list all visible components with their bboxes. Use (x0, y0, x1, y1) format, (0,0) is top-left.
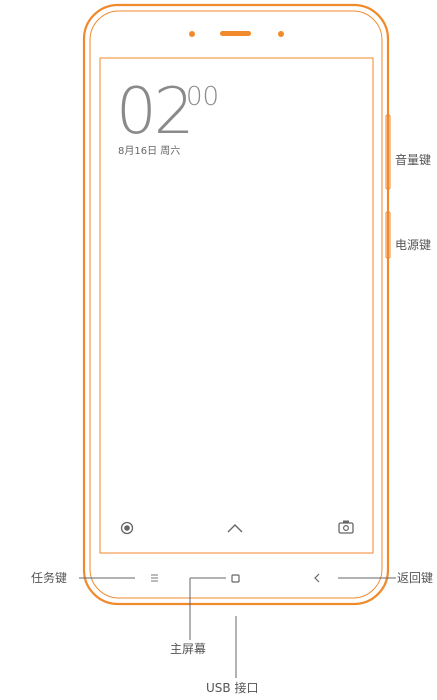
back-chevron-icon (314, 573, 320, 583)
home-square-icon (231, 574, 240, 583)
clock-minute: 00 (186, 82, 220, 112)
task-key-label: 任务键 (31, 571, 68, 585)
back-key-label: 返回键 (397, 571, 434, 585)
clock-date: 8月16日 周六 (118, 146, 181, 157)
front-camera-dot (278, 31, 284, 37)
usb-port-label: USB 接口 (206, 681, 259, 695)
volume-key-label: 音量键 (395, 153, 432, 167)
front-sensor-dot (189, 31, 195, 37)
home-screen-label: 主屏幕 (170, 642, 207, 656)
chevron-up-icon (227, 524, 243, 533)
menu-icon (151, 574, 158, 582)
earpiece-slot (220, 31, 251, 36)
power-key-label: 电源键 (395, 238, 432, 252)
camera-icon (338, 520, 354, 534)
record-circle-icon (120, 521, 134, 535)
clock-hour: 02 (116, 75, 194, 149)
